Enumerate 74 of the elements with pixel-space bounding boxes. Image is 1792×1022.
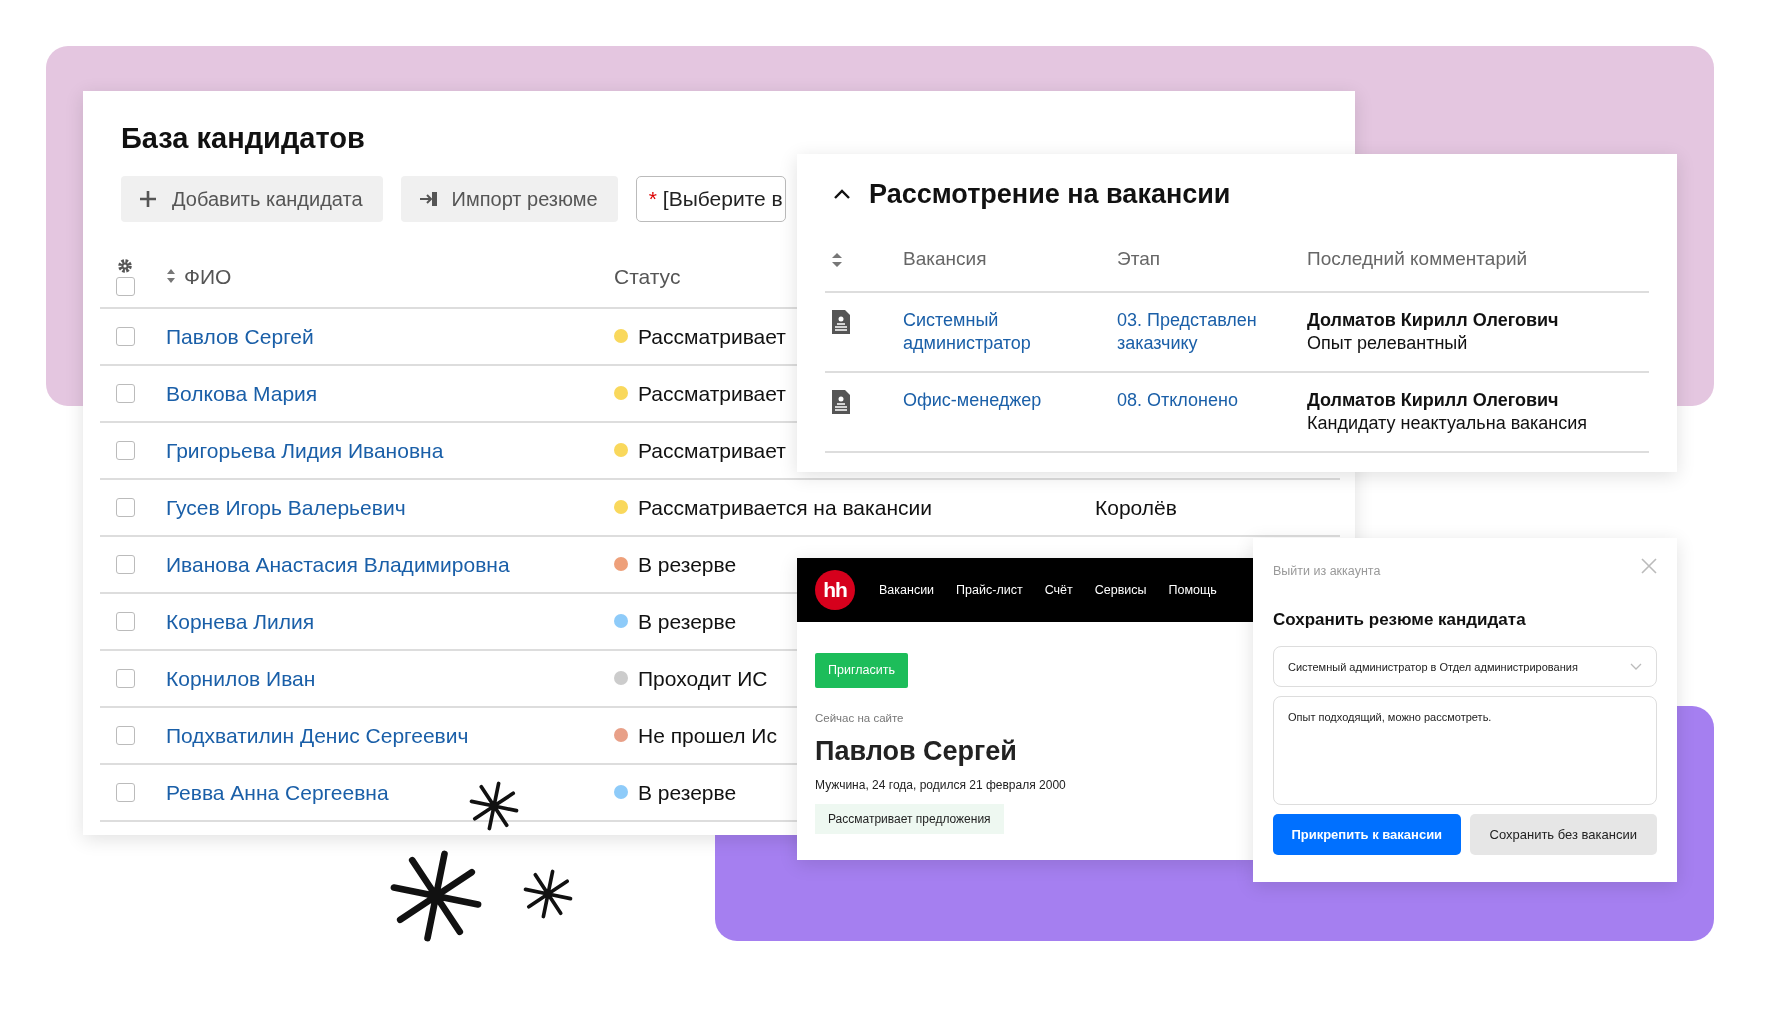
vacancy-link[interactable]: Офис-менеджер [903,388,1117,412]
toolbar-button[interactable]: Добавить кандидата [121,175,383,222]
checkbox[interactable] [116,725,135,745]
city-text: Королёв [1095,495,1177,519]
candidate-link[interactable]: Корнева Лилия [166,605,315,638]
candidate-name: Павлов Сергей [815,735,1018,768]
checkbox[interactable] [116,276,135,296]
dialog-button[interactable]: Сохранить без вакансии [1469,814,1657,856]
document-icon [831,308,851,335]
checkbox[interactable] [116,383,135,403]
sort-icon [831,252,843,269]
import-icon [418,189,438,208]
comment-author: Долматов Кирилл Олегович [1307,308,1560,332]
nav-link[interactable]: Счёт [1044,580,1073,600]
column-header: Статус [614,263,681,290]
comment-text: Опыт релевантный [1307,331,1469,355]
candidate-link[interactable]: Павлов Сергей [166,320,314,353]
online-status: Сейчас на сайте [815,710,905,726]
settings-icon [116,256,134,275]
checkbox[interactable] [116,668,135,688]
nav-link[interactable]: Сервисы [1094,580,1147,600]
column-header: Последний комментарий [1307,248,1528,270]
column-header: Вакансия [903,248,987,270]
candidate-link[interactable]: Волкова Мария [166,377,318,410]
status-text: В резерве [638,551,737,578]
candidate-link[interactable]: Григорьева Лидия Ивановна [166,434,444,467]
checkbox[interactable] [116,782,135,802]
status-text: Проходит ИС [638,665,768,692]
vacancy-link[interactable]: Системный администратор [903,308,1117,356]
status-text: Рассматривает [638,437,786,464]
candidate-link[interactable]: Подхватилин Денис Сергеевич [166,719,469,752]
column-header: ФИО [184,263,232,290]
candidate-details: Мужчина, 24 года, родился 21 февраля 2000 [815,777,1067,795]
status-text: Рассматривает [638,380,786,407]
chevron-down-icon [1630,662,1642,671]
stage-link[interactable]: 03. Представлен заказчику [1117,308,1307,356]
status-tag: Рассматривает предложения [815,804,1004,835]
sort-icon [166,268,176,285]
dialog-title: Сохранить резюме кандидата [1273,608,1527,631]
status-text: В резерве [638,608,737,635]
candidate-link[interactable]: Ревва Анна Сергеевна [166,776,389,809]
column-header: Этап [1117,248,1160,270]
comment-field[interactable]: Опыт подходящий, можно рассмотреть. [1273,696,1657,806]
checkbox[interactable] [116,554,135,574]
document-icon [831,388,851,415]
stage-link[interactable]: 08. Отклонено [1117,388,1307,412]
page-title: База кандидатов [121,121,366,156]
logo[interactable]: hh [815,570,855,610]
asterisk-doodle [522,868,574,920]
asterisk-doodle [468,780,520,832]
candidate-link[interactable]: Иванова Анастасия Владимировна [166,548,510,581]
nav-link[interactable]: Помощь [1168,580,1217,600]
dialog-button[interactable]: Прикрепить к вакансии [1273,814,1461,856]
checkbox[interactable] [116,497,135,517]
checkbox[interactable] [116,611,135,631]
checkbox[interactable] [116,326,135,346]
status-text: В резерве [638,779,737,806]
status-text: Не прошел Ис [638,722,777,749]
comment-text: Кандидату неактуальна вакансия [1307,411,1589,435]
candidate-link[interactable]: Корнилов Иван [166,662,316,695]
candidate-link[interactable]: Гусев Игорь Валерьевич [166,491,406,524]
status-text: Рассматривает [638,323,786,350]
nav-link[interactable]: Прайс-лист [956,580,1023,600]
comment-author: Долматов Кирилл Олегович [1307,388,1560,412]
chevron-up-icon[interactable] [833,188,851,201]
nav-link[interactable]: Вакансии [879,580,935,600]
plus-icon [139,189,158,208]
close-icon[interactable] [1641,558,1657,574]
toolbar-button[interactable]: Импорт резюме [400,175,618,222]
checkbox[interactable] [116,440,135,460]
panel-title: Рассмотрение на вакансии [869,178,1231,211]
vacancy-select[interactable]: Системный администратор в Отдел администрирования [1273,646,1657,688]
vacancy-select[interactable]: * [Выберите в [635,175,786,222]
status-text: Рассматривается на вакансии [638,494,932,521]
